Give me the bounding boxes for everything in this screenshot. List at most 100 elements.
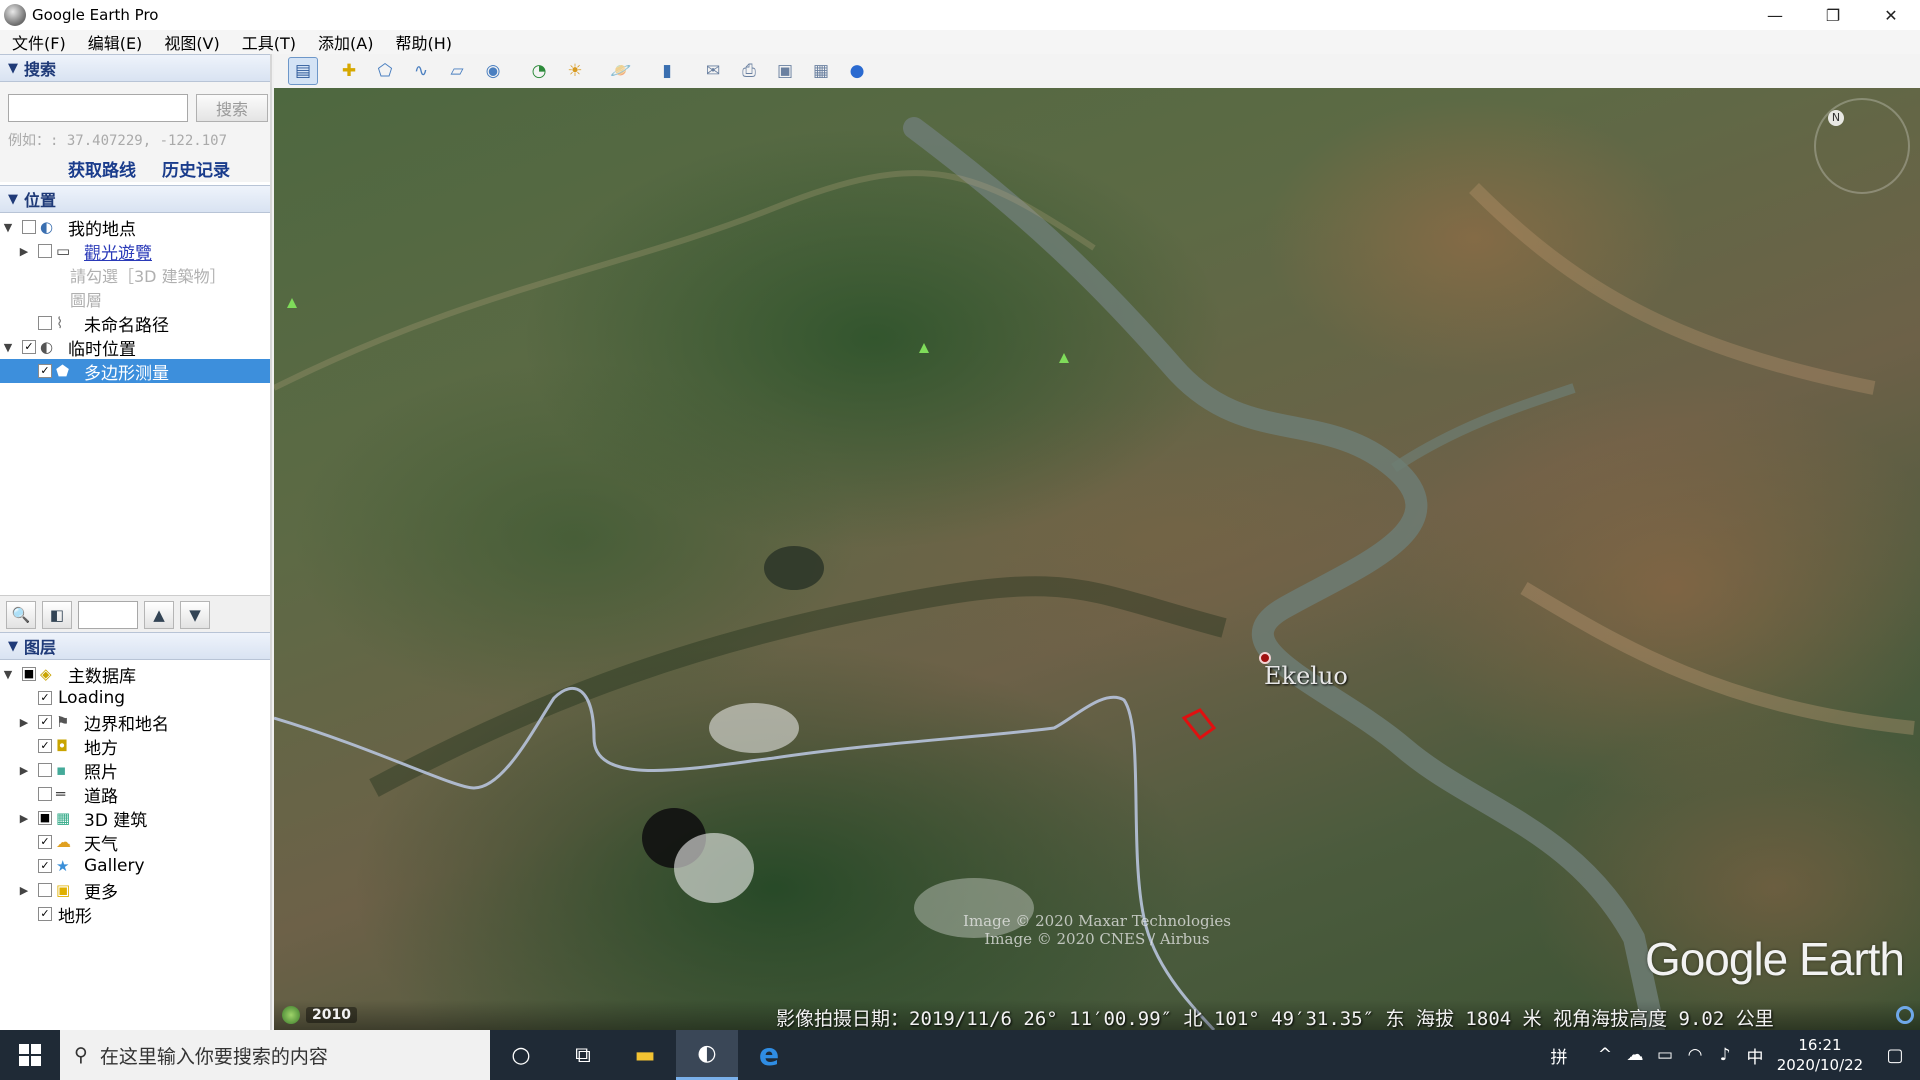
wifi-icon[interactable]: ◠ — [1680, 1045, 1710, 1065]
places-item-row[interactable]: ✓ ⬟ 多边形测量 — [0, 359, 270, 384]
search-places-icon[interactable]: 🔍 — [6, 600, 36, 629]
collapse-triangle-icon[interactable]: ▼ — [8, 61, 18, 76]
cortana-icon[interactable]: ○ — [490, 1030, 552, 1080]
add-placemark-icon[interactable]: ✚ — [334, 57, 364, 85]
layer-item-row[interactable]: ▶ ■ ▦ 3D 建筑 — [0, 806, 270, 831]
add-image-overlay-icon[interactable]: ▱ — [442, 57, 472, 85]
layer-item-row[interactable]: ✓ Loading — [0, 686, 270, 710]
battery-icon[interactable]: ▭ — [1650, 1045, 1680, 1065]
record-tour-icon[interactable]: ◉ — [478, 57, 508, 85]
input-language[interactable]: 中 — [1740, 1043, 1770, 1068]
google-earth-taskbar-icon[interactable]: ◐ — [676, 1030, 738, 1080]
onedrive-cloud-icon[interactable]: ☁ — [1620, 1045, 1650, 1065]
compass-north-icon[interactable]: N — [1828, 110, 1844, 126]
move-down-icon[interactable]: ▼ — [180, 600, 210, 629]
earth-globe-icon[interactable]: ● — [842, 57, 872, 85]
checkbox[interactable]: ✓ — [38, 715, 52, 729]
show-hidden-icons-icon[interactable]: ^ — [1590, 1045, 1620, 1065]
email-icon[interactable]: ✉ — [698, 57, 728, 85]
expand-arrow-icon[interactable]: ▼ — [2, 221, 14, 234]
checkbox[interactable] — [22, 220, 36, 234]
taskbar-search-box[interactable]: ⚲ 在这里输入你要搜索的内容 — [60, 1030, 490, 1080]
checkbox[interactable]: ✓ — [38, 907, 52, 921]
search-button[interactable]: 搜索 — [196, 94, 268, 122]
layer-item-row[interactable]: ▶ ▪ 照片 — [0, 758, 270, 783]
checkbox[interactable]: ■ — [38, 811, 52, 825]
notification-center-icon[interactable]: ▢ — [1870, 1045, 1920, 1066]
search-header[interactable]: ▼ 搜索 — [0, 54, 270, 82]
checkbox[interactable]: ■ — [22, 667, 36, 681]
view-in-maps-icon[interactable]: ▦ — [806, 57, 836, 85]
places-item-row[interactable]: ▼ ✓ ◐ 临时位置 — [0, 335, 270, 360]
layer-item-row[interactable]: ▶ ▣ 更多 — [0, 878, 270, 903]
expand-arrow-icon[interactable]: ▶ — [18, 812, 30, 825]
history-link[interactable]: 历史记录 — [162, 156, 230, 181]
search-input[interactable] — [8, 94, 188, 122]
map-view[interactable]: Ekeluo Image © 2020 Maxar Technologies I… — [274, 88, 1920, 1030]
expand-arrow-icon[interactable]: ▶ — [18, 884, 30, 897]
layer-item-row[interactable]: ▼ ■ ◈ 主数据库 — [0, 662, 270, 687]
edge-browser-icon[interactable]: e — [738, 1030, 800, 1080]
planets-icon[interactable]: 🪐 — [606, 57, 636, 85]
collapse-triangle-icon[interactable]: ▼ — [8, 192, 18, 207]
minimize-button[interactable]: — — [1746, 0, 1804, 30]
places-item-row[interactable]: 圖層 — [0, 287, 270, 311]
expand-arrow-icon[interactable]: ▶ — [18, 764, 30, 777]
file-explorer-icon[interactable]: ▬ — [614, 1030, 676, 1080]
places-find-input[interactable] — [78, 600, 138, 629]
start-button[interactable] — [0, 1030, 60, 1080]
menu-view[interactable]: 视图(V) — [164, 30, 219, 54]
sunlight-icon[interactable]: ☀ — [560, 57, 590, 85]
checkbox[interactable]: ✓ — [38, 739, 52, 753]
close-button[interactable]: ✕ — [1862, 0, 1920, 30]
checkbox[interactable]: ✓ — [22, 340, 36, 354]
checkbox[interactable] — [38, 883, 52, 897]
places-item-row[interactable]: ▼ ◐ 我的地点 — [0, 215, 270, 240]
checkbox[interactable] — [38, 316, 52, 330]
places-item-row[interactable]: ▶ ▭ 觀光遊覽 — [0, 239, 270, 264]
ime-mode[interactable]: 拼 — [1544, 1043, 1574, 1068]
places-item-row[interactable]: 請勾選［3D 建築物］ — [0, 263, 270, 287]
checkbox[interactable]: ✓ — [38, 691, 52, 705]
historical-imagery-icon[interactable]: ◔ — [524, 57, 554, 85]
checkbox[interactable]: ✓ — [38, 835, 52, 849]
historical-imagery-badge[interactable]: 2010 — [282, 1006, 357, 1024]
navigation-compass[interactable]: N — [1814, 98, 1910, 194]
menu-help[interactable]: 帮助(H) — [395, 30, 452, 54]
print-icon[interactable]: ⎙ — [734, 57, 764, 85]
places-header[interactable]: ▼ 位置 — [0, 185, 270, 213]
layer-item-row[interactable]: ✓ ◘ 地方 — [0, 734, 270, 759]
move-up-icon[interactable]: ▲ — [144, 600, 174, 629]
restore-button[interactable]: ❐ — [1804, 0, 1862, 30]
toggle-panel-icon[interactable]: ◧ — [42, 600, 72, 629]
clock[interactable]: 16:21 2020/10/22 — [1770, 1035, 1870, 1075]
layer-item-row[interactable]: ✓ ★ Gallery — [0, 854, 270, 878]
layers-header[interactable]: ▼ 图层 — [0, 632, 270, 660]
checkbox[interactable]: ✓ — [38, 364, 52, 378]
save-image-icon[interactable]: ▣ — [770, 57, 800, 85]
expand-arrow-icon[interactable]: ▶ — [18, 245, 30, 258]
checkbox[interactable]: ✓ — [38, 859, 52, 873]
layer-item-row[interactable]: ✓ 地形 — [0, 902, 270, 927]
layer-item-row[interactable]: ✓ ☁ 天气 — [0, 830, 270, 855]
menu-add[interactable]: 添加(A) — [318, 30, 373, 54]
menu-tools[interactable]: 工具(T) — [242, 30, 296, 54]
ruler-icon[interactable]: ▮ — [652, 57, 682, 85]
add-polygon-icon[interactable]: ⬠ — [370, 57, 400, 85]
add-path-icon[interactable]: ∿ — [406, 57, 436, 85]
layer-item-row[interactable]: ▶ ✓ ⚑ 边界和地名 — [0, 710, 270, 735]
expand-arrow-icon[interactable]: ▶ — [18, 716, 30, 729]
expand-arrow-icon[interactable]: ▼ — [2, 668, 14, 681]
volume-icon[interactable]: ♪ — [1710, 1045, 1740, 1065]
places-item-row[interactable]: ⌇ 未命名路径 — [0, 311, 270, 336]
expand-arrow-icon[interactable]: ▼ — [2, 341, 14, 354]
menu-file[interactable]: 文件(F) — [12, 30, 66, 54]
layer-item-row[interactable]: ═ 道路 — [0, 782, 270, 807]
collapse-triangle-icon[interactable]: ▼ — [8, 639, 18, 654]
checkbox[interactable] — [38, 763, 52, 777]
task-view-icon[interactable]: ⧉ — [552, 1030, 614, 1080]
place-label[interactable]: Ekeluo — [1264, 662, 1348, 690]
get-directions-link[interactable]: 获取路线 — [68, 156, 136, 181]
sidebar-toggle-icon[interactable]: ▤ — [288, 57, 318, 85]
checkbox[interactable] — [38, 244, 52, 258]
